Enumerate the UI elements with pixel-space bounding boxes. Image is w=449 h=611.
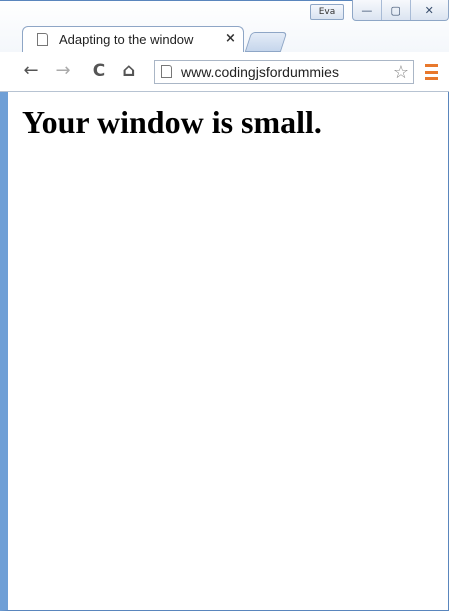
page-icon bbox=[37, 33, 48, 46]
minimize-button[interactable]: — bbox=[353, 0, 382, 20]
menu-icon[interactable] bbox=[425, 64, 438, 80]
tab-title: Adapting to the window bbox=[59, 32, 194, 47]
maximize-button[interactable]: ▢ bbox=[382, 0, 411, 20]
bookmark-star-icon[interactable]: ☆ bbox=[393, 62, 409, 83]
browser-window: Eva — ▢ ✕ Adapting to the window × ← → C… bbox=[0, 0, 449, 611]
menu-bar-middle bbox=[425, 70, 438, 74]
close-window-button[interactable]: ✕ bbox=[411, 0, 448, 20]
address-bar[interactable]: www.codingjsfordummies ☆ bbox=[154, 60, 414, 84]
profile-button[interactable]: Eva bbox=[310, 4, 344, 20]
page-content: Your window is small. bbox=[8, 92, 448, 610]
tab-active[interactable]: Adapting to the window × bbox=[22, 26, 244, 52]
tab-close-button[interactable]: × bbox=[225, 31, 236, 46]
home-button[interactable]: ⌂ bbox=[118, 61, 140, 81]
forward-button[interactable]: → bbox=[52, 61, 74, 81]
new-tab-button[interactable] bbox=[244, 32, 288, 52]
title-bar: Eva — ▢ ✕ Adapting to the window × bbox=[0, 0, 449, 52]
page-icon bbox=[161, 65, 172, 78]
reload-button[interactable]: C bbox=[88, 61, 110, 81]
url-text[interactable]: www.codingjsfordummies bbox=[181, 64, 389, 80]
toolbar: ← → C ⌂ www.codingjsfordummies ☆ bbox=[0, 52, 449, 92]
menu-bar-bottom bbox=[425, 77, 438, 80]
back-button[interactable]: ← bbox=[20, 61, 42, 81]
page-heading: Your window is small. bbox=[22, 104, 322, 140]
window-controls: — ▢ ✕ bbox=[352, 0, 449, 21]
menu-bar-top bbox=[425, 64, 438, 67]
